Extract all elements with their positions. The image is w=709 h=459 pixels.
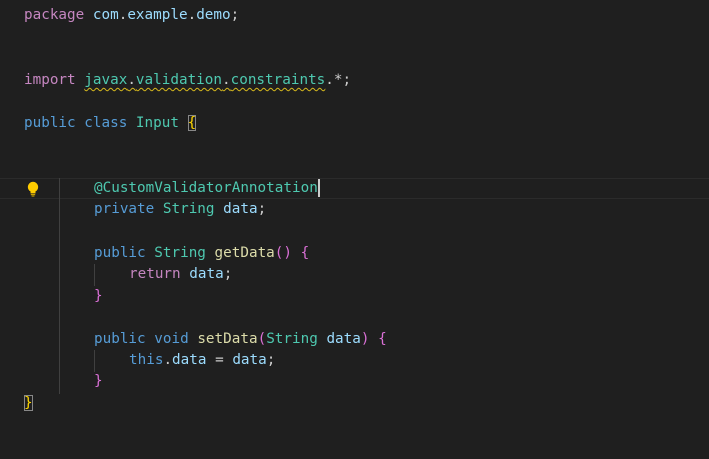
code-line-return[interactable]: return data; [129,264,232,286]
keyword: this [129,352,164,368]
keyword: public [24,115,76,131]
type-name: String [162,201,215,217]
variable: data [232,352,267,368]
text-cursor [317,179,320,197]
field-name: data [223,201,258,217]
code-line-close-getter[interactable]: } [94,286,103,308]
keyword: public [94,245,146,261]
parameter-name: data [326,331,361,347]
keyword: import [24,72,76,88]
keyword: package [24,7,85,23]
code-line-field[interactable]: private String data; [94,199,266,221]
open-brace: { [187,115,197,131]
import-segment: constraints [230,72,326,88]
type-name: String [266,331,318,347]
package-segment: demo [196,7,231,23]
keyword: private [94,201,155,217]
code-line-setter[interactable]: public void setData(String data) { [94,329,387,351]
code-editor[interactable]: package com.example.demo; import javax.v… [0,0,709,459]
code-line-class-declaration[interactable]: public class Input { [24,113,197,135]
close-brace: } [94,373,103,389]
keyword: void [154,331,189,347]
indent-guide [94,350,95,372]
method-name: getData [214,245,275,261]
indent-guide [59,178,60,394]
class-name: Input [135,115,179,131]
code-line-assignment[interactable]: this.data = data; [129,350,275,372]
code-line-annotation[interactable]: @CustomValidatorAnnotation [94,178,320,200]
code-line-close-class[interactable]: } [24,393,33,415]
keyword: return [129,266,181,282]
code-line-import[interactable]: import javax.validation.constraints.*; [24,70,351,92]
keyword: class [84,115,128,131]
open-brace: { [378,331,387,347]
package-segment: example [127,7,188,23]
code-line-close-setter[interactable]: } [94,371,103,393]
import-segment: javax [84,72,128,88]
indent-guide [94,264,95,286]
close-brace: } [94,288,103,304]
package-segment: com [92,7,119,23]
code-line-getter[interactable]: public String getData() { [94,243,309,265]
import-segment: validation [135,72,222,88]
close-brace: } [24,395,33,411]
method-name: setData [197,331,258,347]
keyword: public [94,331,146,347]
annotation-at: @ [94,180,103,196]
code-line-package[interactable]: package com.example.demo; [24,5,239,27]
lightbulb-icon[interactable] [26,181,40,197]
annotation-name: CustomValidatorAnnotation [102,180,318,196]
type-name: String [154,245,206,261]
open-brace: { [300,245,310,261]
variable: data [189,266,224,282]
field-name: data [172,352,207,368]
